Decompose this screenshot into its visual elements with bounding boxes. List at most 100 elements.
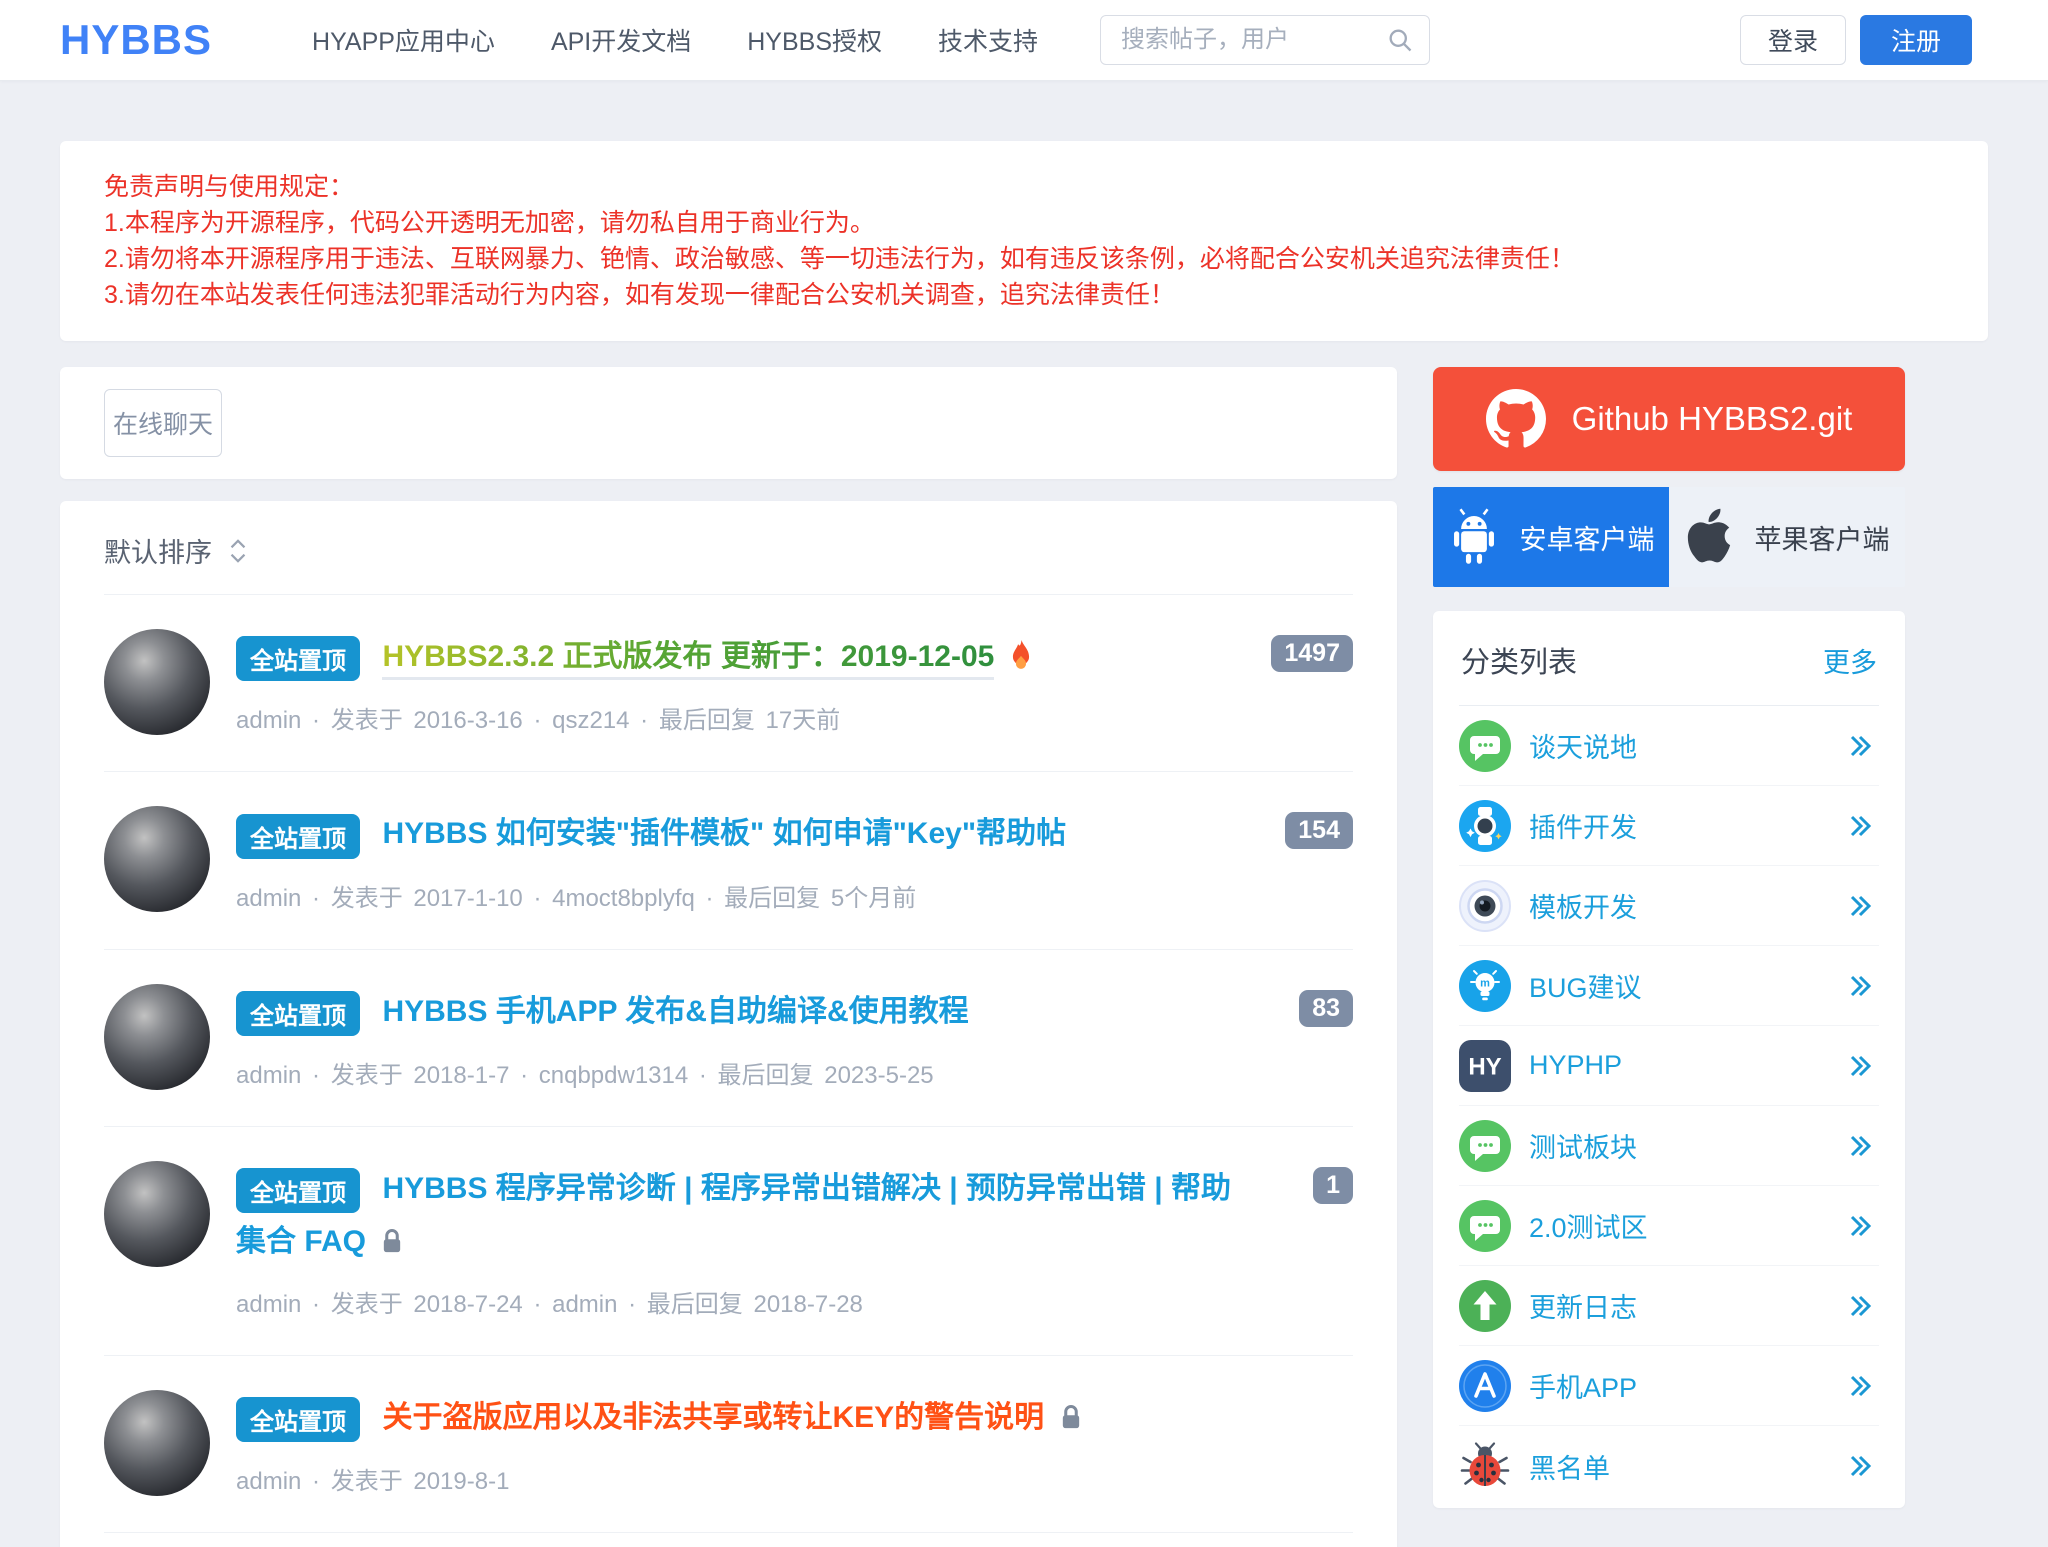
disclaimer-rule-3: 3.请勿在本站发表任何违法犯罪活动行为内容，如有发现一律配合公安机关调查，追究法…	[104, 277, 1944, 313]
sort-arrows-icon	[226, 536, 250, 566]
post-list-card: 默认排序 全站置顶 HYBBS2.3.2 正式版发布 更新于：2019-12-0…	[60, 501, 1397, 1547]
nav-item-license[interactable]: HYBBS授权	[747, 22, 882, 58]
nav-item-hyapp[interactable]: HYAPP应用中心	[312, 22, 495, 58]
github-icon	[1486, 389, 1546, 449]
category-item-test-zone[interactable]: 2.0测试区	[1459, 1186, 1879, 1266]
category-item-changelog[interactable]: 更新日志	[1459, 1266, 1879, 1346]
category-item-hyphp[interactable]: HY HYPHP	[1459, 1026, 1879, 1106]
double-chevron-icon	[1845, 731, 1875, 761]
sort-label: 默认排序	[104, 531, 212, 570]
disclaimer-heading: 免责声明与使用规定：	[104, 169, 1944, 205]
login-button[interactable]: 登录	[1740, 15, 1846, 65]
category-title: 分类列表	[1461, 639, 1577, 681]
client-buttons: 安卓客户端 苹果客户端	[1433, 487, 1905, 587]
register-button[interactable]: 注册	[1860, 15, 1972, 65]
github-button[interactable]: Github HYBBS2.git	[1433, 367, 1905, 471]
double-chevron-icon	[1845, 1451, 1875, 1481]
category-item-template-dev[interactable]: 模板开发	[1459, 866, 1879, 946]
ladybug-icon	[1459, 1440, 1511, 1492]
disclaimer-rule-2: 2.请勿将本开源程序用于违法、互联网暴力、铯情、政治敏感、等一切违法行为，如有违…	[104, 241, 1944, 277]
up-arrow-icon	[1459, 1280, 1511, 1332]
avatar[interactable]	[104, 1161, 210, 1267]
chat-bubble-icon	[1459, 1120, 1511, 1172]
chat-bubble-icon	[1459, 720, 1511, 772]
svg-text:HY: HY	[1468, 1053, 1501, 1080]
android-client-label: 安卓客户端	[1520, 518, 1655, 557]
chat-bubble-icon	[1459, 1200, 1511, 1252]
github-button-label: Github HYBBS2.git	[1572, 400, 1853, 438]
post-title-line: 全站置顶 HYBBS2.3.2 正式版发布 更新于：2019-12-05	[236, 631, 1033, 684]
double-chevron-icon	[1845, 971, 1875, 1001]
android-client-button[interactable]: 安卓客户端	[1433, 487, 1669, 587]
avatar[interactable]	[104, 1390, 210, 1496]
category-item-chitchat[interactable]: 谈天说地	[1459, 706, 1879, 786]
post-meta: admin · 发表于 2018-1-7 · cnqbpdw1314 · 最后回…	[236, 1055, 969, 1090]
hy-logo-icon: HY	[1459, 1040, 1511, 1092]
avatar[interactable]	[104, 984, 210, 1090]
pinned-badge: 全站置顶	[236, 1397, 360, 1442]
site-logo[interactable]: HYBBS	[60, 16, 212, 64]
double-chevron-icon	[1845, 891, 1875, 921]
apple-client-label: 苹果客户端	[1755, 518, 1890, 557]
pinned-badge: 全站置顶	[236, 814, 360, 859]
post-title-link[interactable]: HYBBS 如何安装"插件模板" 如何申请"Key"帮助帖	[382, 817, 1066, 850]
android-icon	[1448, 508, 1500, 566]
apple-icon	[1685, 508, 1735, 566]
post-row: 全站置顶 HYBBS 手机APP 发布&自助编译&使用教程 admin · 发表…	[104, 950, 1353, 1127]
post-meta: admin · 发表于 2019-8-1	[236, 1461, 1083, 1496]
online-chat-button[interactable]: 在线聊天	[104, 389, 222, 457]
reply-count-badge: 1497	[1271, 635, 1353, 672]
chat-card: 在线聊天	[60, 367, 1397, 479]
post-row: 全站置顶 关于盗版应用以及非法共享或转让KEY的警告说明 admin · 发表于…	[104, 1356, 1353, 1533]
fire-icon	[1009, 657, 1033, 674]
double-chevron-icon	[1845, 1291, 1875, 1321]
post-row: 全站置顶 如有急事 请联系站长QQ：4174201	[104, 1533, 1353, 1547]
post-row: 全站置顶 HYBBS2.3.2 正式版发布 更新于：2019-12-05 adm…	[104, 595, 1353, 772]
double-chevron-icon	[1845, 1131, 1875, 1161]
watch-icon	[1459, 800, 1511, 852]
svg-text:m: m	[1480, 977, 1490, 989]
post-row: 全站置顶 HYBBS 程序异常诊断 | 程序异常出错解决 | 预防异常出错 | …	[104, 1127, 1353, 1356]
apple-client-button[interactable]: 苹果客户端	[1669, 487, 1905, 587]
reply-count-badge: 154	[1285, 812, 1353, 849]
sort-control[interactable]: 默认排序	[104, 501, 1353, 595]
post-row: 全站置顶 HYBBS 如何安装"插件模板" 如何申请"Key"帮助帖 admin…	[104, 772, 1353, 949]
double-chevron-icon	[1845, 1051, 1875, 1081]
post-title-line: 全站置顶 HYBBS 手机APP 发布&自助编译&使用教程	[236, 986, 969, 1039]
post-title-line: 全站置顶 HYBBS 如何安装"插件模板" 如何申请"Key"帮助帖	[236, 808, 1066, 861]
category-item-blacklist[interactable]: 黑名单	[1459, 1426, 1879, 1506]
appstore-icon	[1459, 1360, 1511, 1412]
nav-item-support[interactable]: 技术支持	[938, 22, 1038, 58]
category-card: 分类列表 更多 谈天说地	[1433, 611, 1905, 1508]
post-title-link[interactable]: HYBBS 手机APP 发布&自助编译&使用教程	[382, 995, 968, 1028]
category-more-link[interactable]: 更多	[1823, 641, 1877, 680]
post-title-link[interactable]: HYBBS2.3.2 正式版发布 更新于：2019-12-05	[382, 640, 994, 680]
reply-count-badge: 83	[1299, 990, 1353, 1027]
post-title-line: 全站置顶 HYBBS 程序异常诊断 | 程序异常出错解决 | 预防异常出错 | …	[236, 1163, 1236, 1268]
double-chevron-icon	[1845, 1371, 1875, 1401]
pinned-badge: 全站置顶	[236, 636, 360, 681]
category-item-bug-suggest[interactable]: m BUG建议	[1459, 946, 1879, 1026]
camera-lens-icon	[1459, 880, 1511, 932]
lightbulb-icon: m	[1459, 960, 1511, 1012]
disclaimer-card: 免责声明与使用规定： 1.本程序为开源程序，代码公开透明无加密，请勿私自用于商业…	[60, 141, 1988, 341]
category-item-mobile-app[interactable]: 手机APP	[1459, 1346, 1879, 1426]
search-input[interactable]	[1100, 15, 1430, 65]
pinned-badge: 全站置顶	[236, 1168, 360, 1213]
post-title-link[interactable]: 关于盗版应用以及非法共享或转让KEY的警告说明	[382, 1401, 1044, 1434]
search-wrap	[1100, 15, 1430, 65]
post-meta: admin · 发表于 2018-7-24 · admin · 最后回复 201…	[236, 1284, 1236, 1319]
avatar[interactable]	[104, 806, 210, 912]
search-icon[interactable]	[1386, 26, 1414, 59]
avatar[interactable]	[104, 629, 210, 735]
reply-count-badge: 1	[1313, 1167, 1353, 1204]
pinned-badge: 全站置顶	[236, 991, 360, 1036]
post-meta: admin · 发表于 2016-3-16 · qsz214 · 最后回复 17…	[236, 700, 1033, 735]
post-meta: admin · 发表于 2017-1-10 · 4moct8bplyfq · 最…	[236, 878, 1066, 913]
post-title-line: 全站置顶 关于盗版应用以及非法共享或转让KEY的警告说明	[236, 1392, 1083, 1445]
category-item-plugin-dev[interactable]: 插件开发	[1459, 786, 1879, 866]
category-item-test-board[interactable]: 测试板块	[1459, 1106, 1879, 1186]
nav-item-api-docs[interactable]: API开发文档	[551, 22, 691, 58]
lock-icon	[1059, 1418, 1083, 1435]
disclaimer-rule-1: 1.本程序为开源程序，代码公开透明无加密，请勿私自用于商业行为。	[104, 205, 1944, 241]
